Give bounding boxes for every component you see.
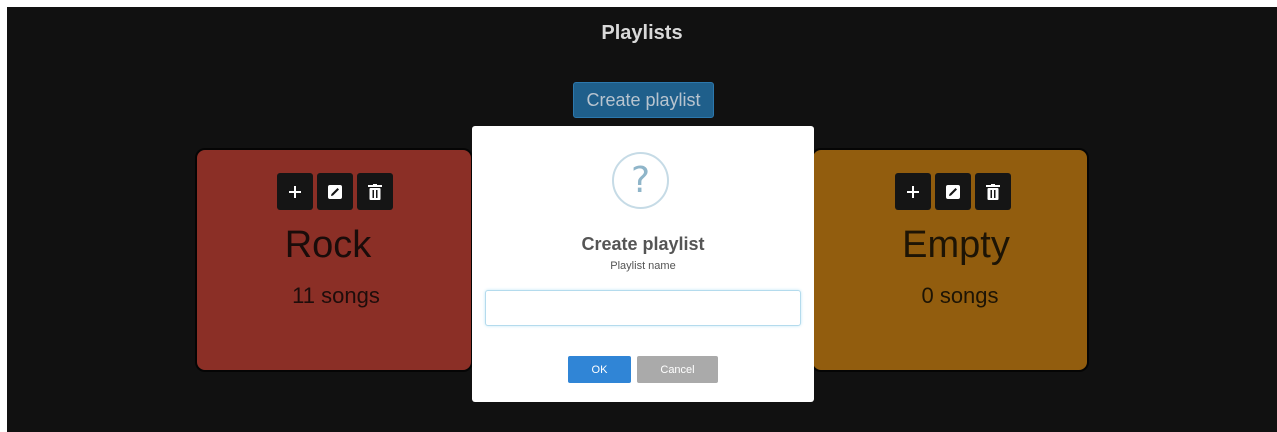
ok-button[interactable]: OK [568,356,631,383]
edit-playlist-button[interactable] [935,173,971,210]
create-playlist-button[interactable]: Create playlist [573,82,714,118]
trash-icon [986,183,1000,200]
dialog-title: Create playlist [581,234,705,254]
plus-icon [289,185,301,198]
playlist-song-count: 0 songs [921,283,999,308]
playlist-song-count: 11 songs [292,283,380,308]
app-background: Playlists Create playlist Rock 11 songs … [7,7,1277,432]
cancel-button[interactable]: Cancel [637,356,718,383]
playlist-card-rock[interactable]: Rock 11 songs [195,148,473,372]
question-icon: ? [612,152,669,209]
edit-icon [946,184,960,199]
playlist-card-toolbar [277,173,393,210]
delete-playlist-button[interactable] [357,173,393,210]
plus-icon [907,185,919,198]
page-title: Playlists [601,22,683,44]
add-song-button[interactable] [895,173,931,210]
playlist-name: Rock [284,224,372,266]
delete-playlist-button[interactable] [975,173,1011,210]
trash-icon [368,183,382,200]
playlist-name-input[interactable] [485,290,801,326]
edit-playlist-button[interactable] [317,173,353,210]
edit-icon [328,184,342,199]
playlist-card-empty[interactable]: Empty 0 songs [811,148,1089,372]
playlist-card-toolbar [895,173,1011,210]
dialog-text: Playlist name [610,260,676,272]
add-song-button[interactable] [277,173,313,210]
create-playlist-dialog: ? Create playlist Playlist name OK Cance… [472,126,814,402]
playlist-name: Empty [902,224,1010,266]
